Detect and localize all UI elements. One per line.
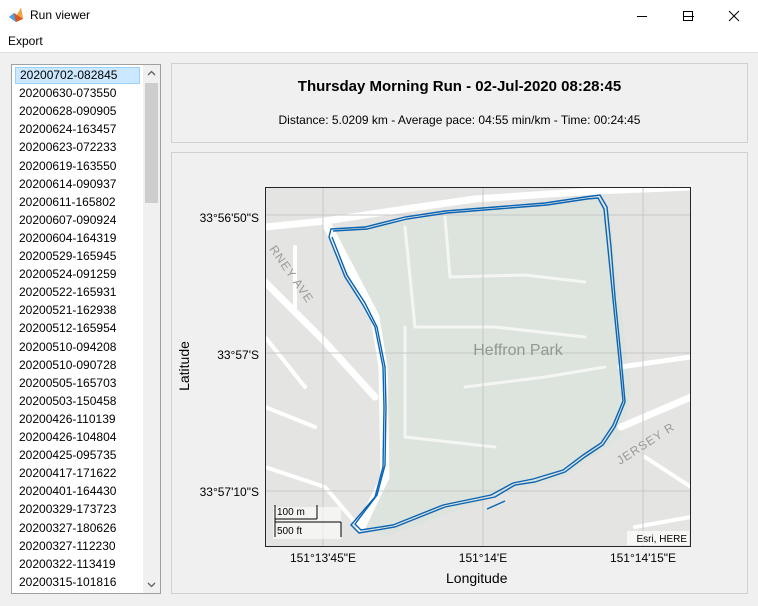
minimize-icon: [637, 15, 647, 17]
scale-imperial: 500 ft: [277, 526, 302, 537]
list-item[interactable]: 20200426-104804: [15, 429, 140, 446]
list-item[interactable]: 20200628-090905: [15, 103, 140, 120]
list-item[interactable]: 20200702-082845: [15, 67, 140, 84]
x-tick: 151°14'15"E: [609, 551, 677, 565]
scroll-thumb[interactable]: [145, 83, 158, 203]
list-item[interactable]: 20200505-165703: [15, 375, 140, 392]
list-item[interactable]: 20200327-180626: [15, 520, 140, 537]
list-item[interactable]: 20200614-090937: [15, 176, 140, 193]
list-item[interactable]: 20200510-094208: [15, 339, 140, 356]
list-item[interactable]: 20200604-164319: [15, 230, 140, 247]
menu-export[interactable]: Export: [8, 34, 43, 48]
x-axis-label: Longitude: [446, 570, 508, 586]
map-panel: RNEY AVE JERSEY R Heffron Park 100 m 500…: [171, 152, 748, 594]
run-stats: Distance: 5.0209 km - Average pace: 04:5…: [278, 113, 641, 127]
list-item[interactable]: 20200417-171622: [15, 465, 140, 482]
list-item[interactable]: 20200329-173723: [15, 501, 140, 518]
list-item[interactable]: 20200619-163550: [15, 158, 140, 175]
close-icon: [728, 10, 740, 21]
scroll-up-button[interactable]: [143, 65, 160, 82]
list-item[interactable]: 20200623-072233: [15, 139, 140, 156]
scale-metric: 100 m: [277, 507, 305, 518]
y-tick: 33°57'10"S: [199, 485, 259, 499]
list-item[interactable]: 20200327-112230: [15, 538, 140, 555]
run-header-panel: Thursday Morning Run - 02-Jul-2020 08:28…: [171, 63, 748, 143]
list-item[interactable]: 20200426-110139: [15, 411, 140, 428]
map-axes[interactable]: RNEY AVE JERSEY R Heffron Park 100 m 500…: [265, 187, 691, 547]
list-item[interactable]: 20200322-113419: [15, 556, 140, 573]
window-title: Run viewer: [30, 8, 91, 22]
scroll-down-button[interactable]: [143, 576, 160, 593]
minimize-button[interactable]: [619, 0, 665, 31]
list-item[interactable]: 20200624-163457: [15, 121, 140, 138]
list-item[interactable]: 20200524-091259: [15, 266, 140, 283]
list-item[interactable]: 20200630-073550: [15, 85, 140, 102]
maximize-button[interactable]: [665, 0, 711, 31]
scale-bar: 100 m 500 ft: [273, 505, 342, 539]
list-item[interactable]: 20200503-150458: [15, 393, 140, 410]
runs-listbox[interactable]: 20200702-082845 20200630-073550 20200628-0…: [11, 64, 161, 594]
list-item[interactable]: 20200512-165954: [15, 320, 140, 337]
y-tick: 33°56'50"S: [199, 211, 259, 225]
list-item[interactable]: 20200315-101816: [15, 574, 140, 591]
map-attribution: Esri, HERE: [636, 534, 687, 545]
menu-bar: Export: [0, 31, 758, 53]
list-item[interactable]: 20200611-165802: [15, 194, 140, 211]
maximize-icon: [683, 10, 693, 21]
chevron-up-icon: [147, 70, 156, 76]
x-tick: 151°13'45"E: [289, 551, 357, 565]
run-title: Thursday Morning Run - 02-Jul-2020 08:28…: [297, 78, 622, 95]
list-item[interactable]: 20200510-090728: [15, 357, 140, 374]
y-axis-label: Latitude: [176, 341, 192, 391]
list-scrollbar[interactable]: [143, 65, 160, 593]
list-item[interactable]: 20200522-165931: [15, 284, 140, 301]
list-item[interactable]: 20200401-164430: [15, 483, 140, 500]
list-item[interactable]: 20200425-095735: [15, 447, 140, 464]
list-item[interactable]: 20200521-162938: [15, 302, 140, 319]
list-item[interactable]: 20200607-090924: [15, 212, 140, 229]
list-item[interactable]: 20200529-165945: [15, 248, 140, 265]
x-tick: 151°14'E: [458, 551, 508, 565]
chevron-down-icon: [147, 582, 156, 588]
matlab-icon: [9, 8, 23, 22]
park-label: Heffron Park: [473, 342, 564, 359]
close-button[interactable]: [711, 0, 757, 31]
